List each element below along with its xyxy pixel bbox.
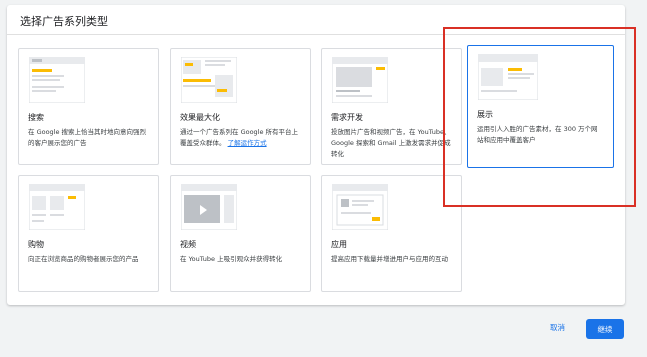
- shopping-thumbnail-icon: [29, 184, 85, 230]
- card-description: 提高应用下载量并增进用户与应用的互动: [331, 255, 448, 263]
- search-thumbnail-icon: [29, 57, 85, 103]
- card-title: 需求开发: [331, 113, 363, 122]
- card-title: 应用: [331, 240, 347, 249]
- cancel-button[interactable]: 取消: [550, 322, 565, 333]
- card-performance-max[interactable]: 效果最大化 通过一个广告系列在 Google 所有平台上覆盖受众群体。 了解运作…: [170, 48, 311, 165]
- card-demand-gen[interactable]: 需求开发 投放图片广告和视频广告，在 YouTube、Google 探索和 Gm…: [321, 48, 462, 165]
- card-title: 效果最大化: [180, 113, 220, 122]
- card-video[interactable]: 视频 在 YouTube 上吸引观众并获得转化: [170, 175, 311, 292]
- card-description: 在 Google 搜索上恰当其时地向意向强烈的客户展示您的广告: [28, 128, 147, 147]
- panel-title: 选择广告系列类型: [20, 15, 108, 28]
- card-description: 在 YouTube 上吸引观众并获得转化: [180, 255, 283, 263]
- video-thumbnail-icon: [181, 184, 237, 230]
- app-thumbnail-icon: [332, 184, 388, 230]
- card-description: 通过一个广告系列在 Google 所有平台上覆盖受众群体。 了解运作方式: [180, 127, 302, 149]
- card-title: 搜索: [28, 113, 44, 122]
- performance-max-thumbnail-icon: [181, 57, 237, 103]
- card-shopping[interactable]: 购物 向正在浏览商品的购物者展示您的产品: [18, 175, 159, 292]
- card-search[interactable]: 搜索 在 Google 搜索上恰当其时地向意向强烈的客户展示您的广告: [18, 48, 159, 165]
- card-title: 购物: [28, 240, 44, 249]
- continue-button[interactable]: 继续: [586, 319, 624, 339]
- card-description: 向正在浏览商品的购物者展示您的产品: [28, 255, 139, 263]
- demand-gen-thumbnail-icon: [332, 57, 388, 103]
- card-description: 投放图片广告和视频广告，在 YouTube、Google 探索和 Gmail 上…: [331, 128, 451, 158]
- highlight-annotation-box: [443, 27, 636, 207]
- card-app[interactable]: 应用 提高应用下载量并增进用户与应用的互动: [321, 175, 462, 292]
- learn-more-link[interactable]: 了解运作方式: [228, 139, 267, 147]
- card-title: 视频: [180, 240, 196, 249]
